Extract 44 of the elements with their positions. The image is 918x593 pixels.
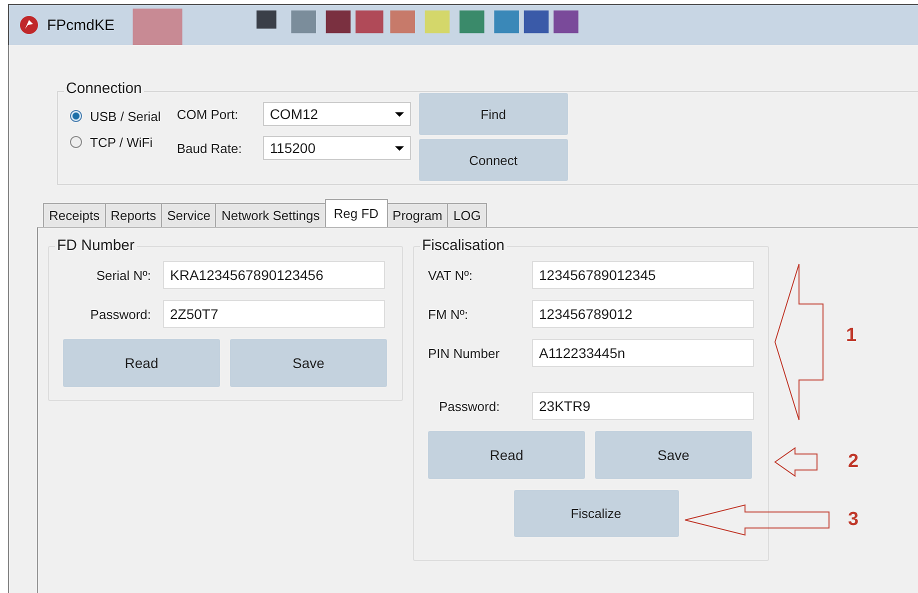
push-button[interactable]: Read bbox=[63, 339, 220, 387]
window-title: FPcmdKE bbox=[47, 16, 115, 34]
field-label: Password: bbox=[438, 398, 501, 414]
annotation-number: 1 bbox=[846, 325, 857, 347]
arrow-icon bbox=[773, 262, 825, 422]
tab[interactable]: Service bbox=[161, 203, 216, 227]
input-field[interactable]: A112233445n bbox=[532, 339, 754, 367]
tab[interactable]: Program bbox=[386, 203, 448, 227]
field-label: Baud Rate: bbox=[176, 140, 243, 156]
arrow-icon bbox=[683, 503, 831, 537]
radio-button[interactable] bbox=[70, 136, 82, 148]
caret-icon bbox=[394, 112, 404, 116]
input-field[interactable]: 123456789012345 bbox=[532, 261, 754, 289]
push-button[interactable]: Save bbox=[230, 339, 387, 387]
input-field[interactable]: 23KTR9 bbox=[532, 392, 754, 420]
input-field[interactable]: 2Z50T7 bbox=[163, 300, 385, 328]
field-label: FM Nº: bbox=[428, 306, 470, 322]
dropdown[interactable]: 115200 bbox=[262, 136, 411, 160]
dropdown[interactable]: COM12 bbox=[262, 102, 411, 126]
app-logo-icon bbox=[19, 15, 39, 35]
field-label: VAT Nº: bbox=[428, 268, 474, 282]
field-label: PIN Number bbox=[428, 346, 501, 360]
radio-label: USB / Serial bbox=[90, 108, 161, 124]
radio-label: TCP / WiFi bbox=[90, 134, 153, 150]
arrow-icon bbox=[773, 446, 819, 478]
annotation-number: 2 bbox=[848, 451, 859, 473]
input-field[interactable]: 123456789012 bbox=[532, 300, 754, 328]
field-label: COM Port: bbox=[176, 106, 240, 122]
push-button[interactable]: Find bbox=[418, 93, 568, 135]
tab[interactable]: Reg FD bbox=[324, 199, 388, 227]
tab[interactable]: Network Settings bbox=[215, 203, 326, 227]
field-label: Serial Nº: bbox=[95, 268, 152, 282]
tab[interactable]: Reports bbox=[104, 203, 162, 227]
field-label: Password: bbox=[89, 306, 152, 322]
tab[interactable]: Receipts bbox=[43, 203, 106, 227]
push-button[interactable]: Connect bbox=[418, 139, 568, 181]
tab[interactable]: LOG bbox=[447, 203, 487, 227]
annotation-number: 3 bbox=[848, 509, 859, 531]
caret-icon bbox=[394, 146, 404, 150]
fiscalize-button[interactable]: Fiscalize bbox=[514, 490, 678, 537]
radio-button[interactable] bbox=[70, 110, 82, 122]
push-button[interactable]: Read bbox=[428, 431, 585, 479]
input-field[interactable]: KRA1234567890123456 bbox=[163, 261, 385, 289]
push-button[interactable]: Save bbox=[595, 431, 752, 479]
